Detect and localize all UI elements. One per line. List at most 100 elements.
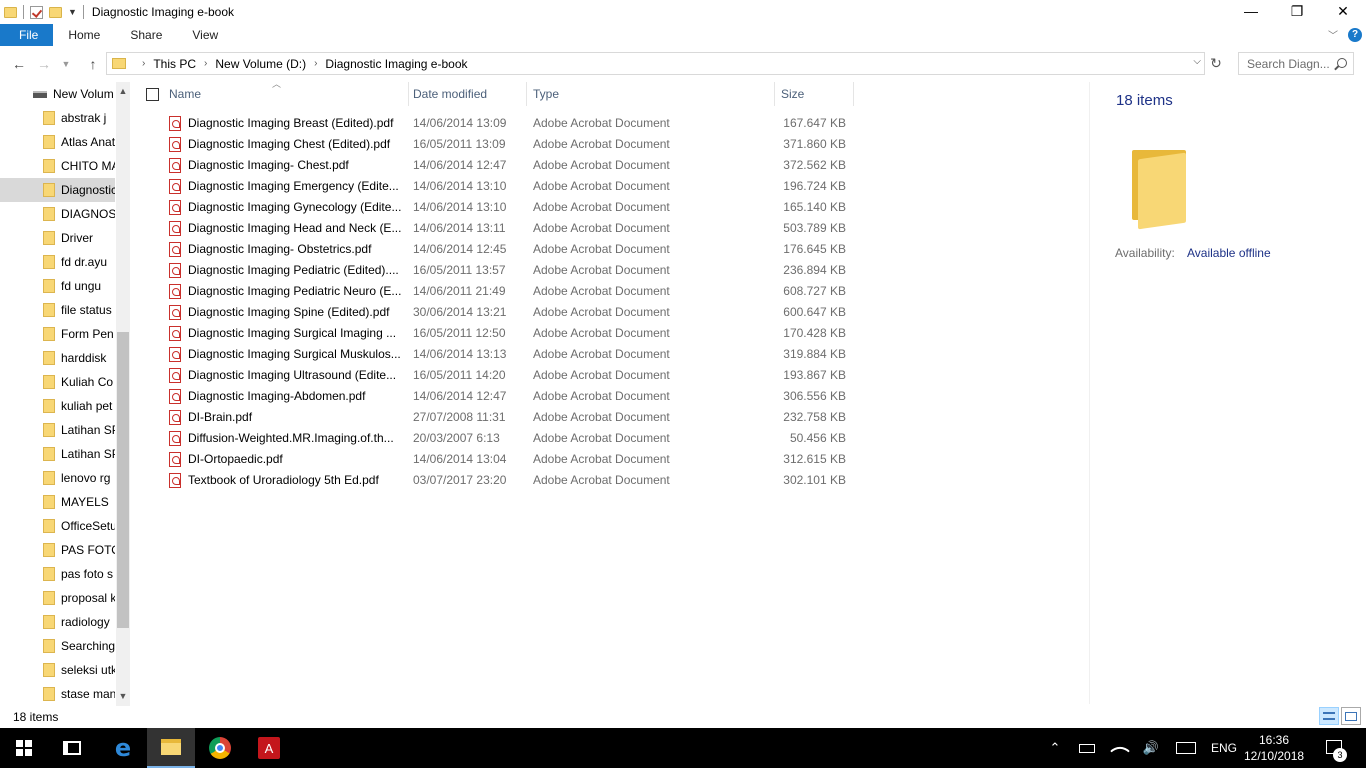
nav-folder-item[interactable]: fd ungu	[0, 274, 115, 298]
start-button[interactable]	[0, 728, 48, 768]
minimize-button[interactable]: —	[1228, 0, 1274, 22]
address-bar[interactable]: › This PC › New Volume (D:) › Diagnostic…	[106, 52, 1205, 75]
file-row[interactable]: Diagnostic Imaging- Chest.pdf 14/06/2014 …	[160, 155, 860, 176]
file-explorer-taskbar-button[interactable]	[147, 728, 195, 768]
nav-folder-item[interactable]: Latihan SP	[0, 418, 115, 442]
file-row[interactable]: Diagnostic Imaging Ultrasound (Edite... 1…	[160, 365, 860, 386]
divider	[23, 5, 24, 19]
file-name: Diagnostic Imaging- Chest.pdf	[188, 158, 349, 172]
nav-folder-item[interactable]: abstrak j	[0, 106, 115, 130]
file-row[interactable]: DI-Brain.pdf 27/07/2008 11:31 Adobe Acroba…	[160, 407, 860, 428]
acrobat-taskbar-button[interactable]: A	[245, 728, 293, 768]
file-row[interactable]: Diagnostic Imaging Surgical Imaging ... 1…	[160, 323, 860, 344]
touch-keyboard-icon[interactable]	[1172, 728, 1200, 768]
nav-folder-item[interactable]: Diagnostic	[0, 178, 115, 202]
customize-toolbar-chevron-icon[interactable]: ▼	[68, 7, 77, 17]
address-history-chevron-icon[interactable]: ⌵	[1193, 56, 1201, 67]
file-row[interactable]: Diagnostic Imaging Pediatric (Edited)...…	[160, 260, 860, 281]
nav-folder-item[interactable]: Atlas Anat	[0, 130, 115, 154]
nav-scrollbar-thumb[interactable]	[117, 332, 129, 628]
nav-folder-item[interactable]: Form Pen	[0, 322, 115, 346]
chrome-taskbar-button[interactable]	[196, 728, 244, 768]
nav-folder-item[interactable]: stase man	[0, 682, 115, 706]
wifi-icon[interactable]	[1108, 728, 1132, 768]
back-arrow-icon[interactable]: ←	[9, 54, 29, 74]
file-row[interactable]: DI-Ortopaedic.pdf 14/06/2014 13:04 Adobe A…	[160, 449, 860, 470]
refresh-icon[interactable]: ↻	[1206, 52, 1226, 75]
nav-folder-item[interactable]: file status	[0, 298, 115, 322]
breadcrumb-current-folder[interactable]: Diagnostic Imaging e-book	[325, 57, 467, 71]
nav-folder-item[interactable]: fd dr.ayu	[0, 250, 115, 274]
nav-folder-item[interactable]: kuliah pet	[0, 394, 115, 418]
tab-share[interactable]: Share	[115, 24, 177, 46]
nav-folder-item[interactable]: radiology	[0, 610, 115, 634]
task-view-button[interactable]	[48, 728, 96, 768]
scroll-up-icon[interactable]: ▲	[116, 84, 130, 98]
file-row[interactable]: Diagnostic Imaging Head and Neck (E... 14…	[160, 218, 860, 239]
column-header-name[interactable]: Name	[163, 82, 409, 106]
recent-locations-chevron-icon[interactable]: ▼	[56, 54, 76, 74]
help-icon[interactable]: ?	[1348, 27, 1362, 42]
restore-button[interactable]: ❐	[1274, 0, 1320, 22]
nav-folder-item[interactable]: Driver	[0, 226, 115, 250]
file-row[interactable]: Diffusion-Weighted.MR.Imaging.of.th... 20…	[160, 428, 860, 449]
large-icons-view-button[interactable]	[1341, 707, 1361, 725]
file-row[interactable]: Diagnostic Imaging-Abdomen.pdf 14/06/2014…	[160, 386, 860, 407]
chevron-right-icon[interactable]: ›	[204, 58, 207, 69]
edge-taskbar-button[interactable]: e	[99, 728, 147, 768]
volume-icon[interactable]: 🔊	[1139, 728, 1163, 768]
show-hidden-icons-button[interactable]: ⌃	[1043, 728, 1067, 768]
file-row[interactable]: Diagnostic Imaging Pediatric Neuro (E...…	[160, 281, 860, 302]
folder-icon	[43, 639, 55, 653]
close-button[interactable]: ✕	[1320, 0, 1366, 22]
folder-icon[interactable]	[4, 6, 17, 18]
tab-view[interactable]: View	[177, 24, 233, 46]
nav-folder-item[interactable]: lenovo rg	[0, 466, 115, 490]
nav-folder-item[interactable]: pas foto s	[0, 562, 115, 586]
search-icon[interactable]	[1337, 58, 1347, 68]
select-all-checkbox[interactable]	[146, 88, 159, 101]
nav-folder-item[interactable]: OfficeSetu	[0, 514, 115, 538]
column-header-date[interactable]: Date modified	[407, 82, 527, 106]
nav-folder-item[interactable]: DIAGNOS	[0, 202, 115, 226]
nav-folder-item[interactable]: MAYELS	[0, 490, 115, 514]
breadcrumb-this-pc[interactable]: This PC	[153, 57, 196, 71]
expand-ribbon-chevron-icon[interactable]: ﹀	[1328, 27, 1338, 42]
column-header-type[interactable]: Type	[527, 82, 775, 106]
nav-folder-item[interactable]: PAS FOTO	[0, 538, 115, 562]
scroll-down-icon[interactable]: ▼	[116, 689, 130, 703]
input-language[interactable]: ENG	[1208, 728, 1240, 768]
chevron-right-icon[interactable]: ›	[314, 58, 317, 69]
file-row[interactable]: Diagnostic Imaging- Obstetrics.pdf 14/06/…	[160, 239, 860, 260]
file-row[interactable]: Diagnostic Imaging Emergency (Edite... 14…	[160, 176, 860, 197]
file-row[interactable]: Textbook of Uroradiology 5th Ed.pdf 03/07…	[160, 470, 860, 491]
battery-icon[interactable]	[1075, 728, 1099, 768]
file-row[interactable]: Diagnostic Imaging Chest (Edited).pdf 16/…	[160, 134, 860, 155]
tab-home[interactable]: Home	[53, 24, 115, 46]
column-header-size[interactable]: Size	[775, 82, 854, 106]
new-folder-icon[interactable]	[49, 6, 62, 18]
up-arrow-icon[interactable]: ↑	[83, 54, 103, 74]
file-row[interactable]: Diagnostic Imaging Spine (Edited).pdf 30/…	[160, 302, 860, 323]
nav-folder-item[interactable]: Kuliah Co	[0, 370, 115, 394]
file-row[interactable]: Diagnostic Imaging Surgical Muskulos... 1…	[160, 344, 860, 365]
nav-folder-item[interactable]: CHITO MA	[0, 154, 115, 178]
nav-folder-item[interactable]: Latihan SP	[0, 442, 115, 466]
pdf-file-icon	[169, 431, 181, 446]
clock[interactable]: 16:36 12/10/2018	[1244, 732, 1304, 764]
nav-folder-item[interactable]: harddisk	[0, 346, 115, 370]
nav-folder-item[interactable]: proposal k	[0, 586, 115, 610]
breadcrumb-new-volume[interactable]: New Volume (D:)	[215, 57, 306, 71]
chevron-right-icon[interactable]: ›	[142, 58, 145, 69]
nav-folder-item[interactable]: Searching	[0, 634, 115, 658]
search-input[interactable]: Search Diagn...	[1238, 52, 1354, 75]
file-row[interactable]: Diagnostic Imaging Breast (Edited).pdf 14…	[160, 113, 860, 134]
details-view-button[interactable]	[1319, 707, 1339, 725]
tab-file[interactable]: File	[0, 24, 54, 46]
details-divider[interactable]	[1089, 82, 1090, 704]
properties-icon[interactable]	[30, 5, 43, 19]
nav-folder-item[interactable]: seleksi utk	[0, 658, 115, 682]
nav-drive-item[interactable]: New Volum	[0, 82, 115, 106]
file-row[interactable]: Diagnostic Imaging Gynecology (Edite... 1…	[160, 197, 860, 218]
forward-arrow-icon[interactable]: →	[34, 54, 54, 74]
